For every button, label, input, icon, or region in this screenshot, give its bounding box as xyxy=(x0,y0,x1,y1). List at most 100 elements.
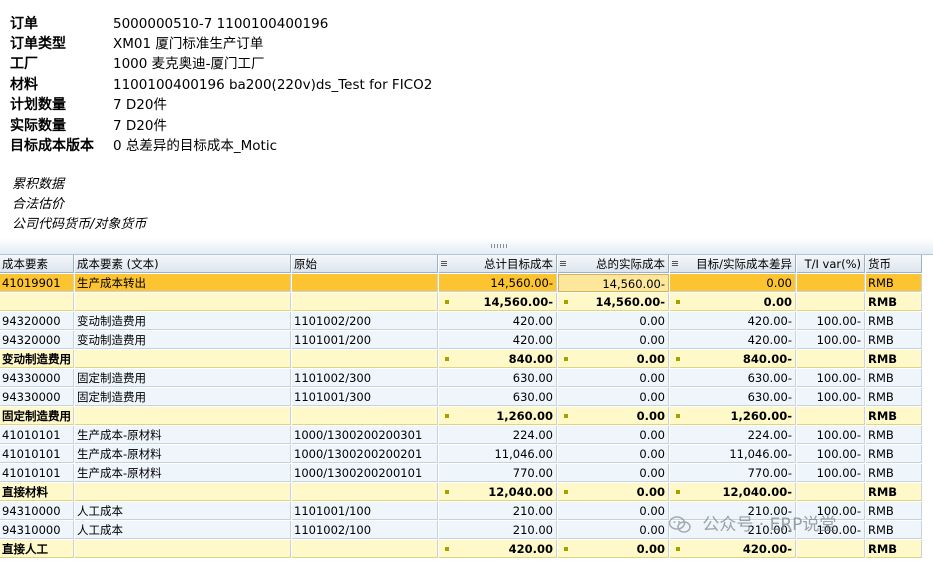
origin-cell[interactable]: 1101002/200 xyxy=(292,312,438,330)
origin-cell[interactable] xyxy=(292,274,438,292)
cost-element-text-cell[interactable] xyxy=(75,407,291,425)
column-header-origin[interactable]: 原始 xyxy=(292,255,438,273)
cost-element-text-cell[interactable] xyxy=(75,350,291,368)
variance-pct-cell[interactable]: 100.00- xyxy=(797,426,865,444)
actual-cost-cell[interactable]: 0.00 xyxy=(558,312,669,330)
variance-pct-cell[interactable] xyxy=(797,407,865,425)
variance-pct-cell[interactable]: 100.00- xyxy=(797,331,865,349)
cost-element-text-cell[interactable]: 生产成本转出 xyxy=(75,274,291,292)
cost-element-text-cell[interactable]: 变动制造费用 xyxy=(75,312,291,330)
target-cost-cell[interactable]: 420.00 xyxy=(439,312,557,330)
cost-element-text-cell[interactable] xyxy=(75,483,291,501)
target-cost-cell[interactable]: 1,260.00 xyxy=(439,407,557,425)
target-cost-cell[interactable]: 770.00 xyxy=(439,464,557,482)
currency-cell[interactable]: RMB xyxy=(866,540,922,558)
cost-element-cell[interactable]: 94310000 xyxy=(0,521,74,539)
cost-element-cell[interactable]: 固定制造费用 xyxy=(0,407,74,425)
cost-element-cell[interactable]: 94320000 xyxy=(0,312,74,330)
cost-element-text-cell[interactable]: 人工成本 xyxy=(75,502,291,520)
variance-pct-cell[interactable] xyxy=(797,483,865,501)
target-cost-cell[interactable]: 224.00 xyxy=(439,426,557,444)
variance-cell[interactable]: 0.00 xyxy=(670,293,796,311)
subtotal-row[interactable]: 固定制造费用 1,260.00 0.00 1,260.00- RMB xyxy=(0,407,933,426)
variance-pct-cell[interactable]: 100.00- xyxy=(797,445,865,463)
subtotal-row[interactable]: 直接人工 420.00 0.00 420.00- RMB xyxy=(0,540,933,559)
actual-cost-cell[interactable]: 0.00 xyxy=(558,464,669,482)
actual-cost-cell[interactable]: 0.00 xyxy=(558,521,669,539)
origin-cell[interactable] xyxy=(292,293,438,311)
actual-cost-cell[interactable]: 0.00 xyxy=(558,445,669,463)
currency-cell[interactable]: RMB xyxy=(866,407,922,425)
origin-cell[interactable]: 1101001/100 xyxy=(292,502,438,520)
column-header-variance-pct[interactable]: T/I var(%) xyxy=(797,255,865,273)
variance-cell[interactable]: 770.00- xyxy=(670,464,796,482)
table-row[interactable]: 94330000 固定制造费用 1101001/300 630.00 0.00 630.0… xyxy=(0,388,933,407)
currency-cell[interactable]: RMB xyxy=(866,274,922,292)
actual-cost-cell[interactable]: 0.00 xyxy=(558,388,669,406)
column-header-cost-element-text[interactable]: 成本要素 (文本) xyxy=(75,255,291,273)
target-cost-cell[interactable]: 630.00 xyxy=(439,388,557,406)
origin-cell[interactable]: 1000/1300200200201 xyxy=(292,445,438,463)
target-cost-cell[interactable]: 420.00 xyxy=(439,540,557,558)
cost-element-cell[interactable]: 94320000 xyxy=(0,331,74,349)
currency-cell[interactable]: RMB xyxy=(866,464,922,482)
cost-element-text-cell[interactable]: 固定制造费用 xyxy=(75,388,291,406)
table-row[interactable]: 94320000 变动制造费用 1101001/200 420.00 0.00 420.0… xyxy=(0,331,933,350)
cost-element-cell[interactable]: 41010101 xyxy=(0,426,74,444)
actual-cost-cell[interactable]: 14,560.00- xyxy=(558,293,669,311)
variance-cell[interactable]: 224.00- xyxy=(670,426,796,444)
variance-cell[interactable]: 840.00- xyxy=(670,350,796,368)
target-cost-cell[interactable]: 210.00 xyxy=(439,521,557,539)
target-cost-cell[interactable]: 14,560.00- xyxy=(439,274,557,292)
variance-cell[interactable]: 420.00- xyxy=(670,331,796,349)
actual-cost-cell[interactable]: 0.00 xyxy=(558,502,669,520)
cost-element-cell[interactable] xyxy=(0,293,74,311)
table-row[interactable]: 41010101 生产成本-原材料 1000/1300200200101 770.00… xyxy=(0,464,933,483)
variance-cell[interactable]: 11,046.00- xyxy=(670,445,796,463)
currency-cell[interactable]: RMB xyxy=(866,331,922,349)
target-cost-cell[interactable]: 11,046.00 xyxy=(439,445,557,463)
currency-cell[interactable]: RMB xyxy=(866,483,922,501)
actual-cost-cell[interactable]: 0.00 xyxy=(558,369,669,387)
currency-cell[interactable]: RMB xyxy=(866,445,922,463)
origin-cell[interactable] xyxy=(292,540,438,558)
origin-cell[interactable] xyxy=(292,483,438,501)
origin-cell[interactable]: 1101001/300 xyxy=(292,388,438,406)
variance-cell[interactable]: 630.00- xyxy=(670,388,796,406)
origin-cell[interactable]: 1101001/200 xyxy=(292,331,438,349)
variance-cell[interactable]: 12,040.00- xyxy=(670,483,796,501)
pane-splitter[interactable] xyxy=(0,238,933,255)
variance-pct-cell[interactable]: 100.00- xyxy=(797,312,865,330)
cost-element-cell[interactable]: 直接材料 xyxy=(0,483,74,501)
actual-cost-cell[interactable]: 0.00 xyxy=(558,407,669,425)
target-cost-cell[interactable]: 12,040.00 xyxy=(439,483,557,501)
origin-cell[interactable] xyxy=(292,350,438,368)
variance-cell[interactable]: 0.00 xyxy=(670,274,796,292)
cost-element-cell[interactable]: 94310000 xyxy=(0,502,74,520)
splitter-grip-icon[interactable] xyxy=(491,244,509,248)
cost-element-cell[interactable]: 变动制造费用 xyxy=(0,350,74,368)
variance-pct-cell[interactable] xyxy=(797,540,865,558)
table-row[interactable]: 41019901 生产成本转出 14,560.00- 14,560.00- 0.00 RM… xyxy=(0,274,933,293)
actual-cost-cell[interactable]: 0.00 xyxy=(558,483,669,501)
column-header-cost-element[interactable]: 成本要素 xyxy=(0,255,74,273)
currency-cell[interactable]: RMB xyxy=(866,388,922,406)
cost-element-cell[interactable]: 41010101 xyxy=(0,445,74,463)
origin-cell[interactable]: 1000/1300200200101 xyxy=(292,464,438,482)
actual-cost-cell[interactable]: 0.00 xyxy=(558,331,669,349)
currency-cell[interactable]: RMB xyxy=(866,312,922,330)
target-cost-cell[interactable]: 630.00 xyxy=(439,369,557,387)
currency-cell[interactable]: RMB xyxy=(866,521,922,539)
variance-cell[interactable]: 1,260.00- xyxy=(670,407,796,425)
origin-cell[interactable]: 1101002/100 xyxy=(292,521,438,539)
variance-pct-cell[interactable] xyxy=(797,274,865,292)
actual-cost-cell[interactable]: 0.00 xyxy=(558,426,669,444)
currency-cell[interactable]: RMB xyxy=(866,426,922,444)
column-header-currency[interactable]: 货币 xyxy=(866,255,922,273)
variance-cell[interactable]: 630.00- xyxy=(670,369,796,387)
target-cost-cell[interactable]: 420.00 xyxy=(439,331,557,349)
column-header-variance[interactable]: 目标/实际成本差异 xyxy=(670,255,796,273)
variance-cell[interactable]: 420.00- xyxy=(670,312,796,330)
actual-cost-cell[interactable]: 0.00 xyxy=(558,540,669,558)
target-cost-cell[interactable]: 840.00 xyxy=(439,350,557,368)
